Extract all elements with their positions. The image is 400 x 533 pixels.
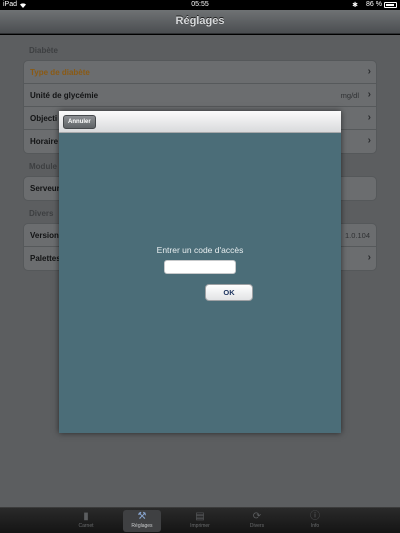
tab-info[interactable]: ⓘ Info (296, 510, 334, 532)
row-label: Objecti (30, 114, 58, 123)
tab-label: Réglages (131, 523, 153, 529)
row-value: mg/dl (340, 91, 359, 100)
tab-reglages[interactable]: ⚒ Réglages (123, 510, 161, 532)
modal-toolbar: Annuler (59, 111, 341, 133)
row-label: Serveur (30, 184, 60, 193)
access-code-input[interactable] (164, 260, 236, 274)
section-title-divers: Divers (29, 209, 54, 218)
row-label: Palettes (30, 254, 61, 263)
notebook-icon: ▮ (83, 511, 89, 522)
row-label: Unité de glycémie (30, 91, 99, 100)
section-title-diabete: Diabète (29, 46, 58, 55)
battery-percent: 86 % (366, 1, 382, 8)
cancel-button[interactable]: Annuler (63, 115, 96, 129)
chevron-right-icon: › (367, 66, 371, 77)
tab-imprimer[interactable]: ▤ Imprimer (181, 510, 219, 532)
section-title-modules: Module (29, 162, 57, 171)
tab-carnet[interactable]: ▮ Carnet (67, 510, 105, 532)
access-code-modal: Annuler Entrer un code d'accès OK (59, 111, 341, 433)
row-label: Type de diabète (30, 68, 90, 77)
navigation-bar: Réglages (0, 10, 400, 34)
tab-label: Imprimer (190, 523, 210, 529)
row-unite-glycemie[interactable]: Unité de glycémie mg/dl › (24, 84, 376, 107)
status-bar: iPad 05:55 ✱ 86 % (0, 0, 400, 10)
tab-label: Divers (249, 523, 265, 529)
status-time: 05:55 (191, 1, 209, 8)
ok-button[interactable]: OK (205, 284, 253, 301)
page-title: Réglages (175, 15, 225, 27)
row-label: Version (30, 231, 59, 240)
tab-bar: ▮ Carnet ⚒ Réglages ▤ Imprimer ⟳ Divers … (0, 507, 400, 533)
row-type-diabete[interactable]: Type de diabète › (24, 61, 376, 84)
row-value: 1.0.104 (344, 231, 370, 240)
chevron-right-icon: › (367, 252, 371, 263)
access-code-prompt: Entrer un code d'accès (156, 245, 244, 255)
wrench-icon: ⚒ (137, 511, 147, 522)
sync-icon: ⟳ (252, 511, 262, 522)
tab-label: Info (310, 523, 320, 529)
print-icon: ▤ (195, 511, 205, 522)
battery-icon (384, 2, 397, 8)
chevron-right-icon: › (367, 135, 371, 146)
tab-label: Carnet (78, 523, 94, 529)
chevron-right-icon: › (367, 89, 371, 100)
info-icon: ⓘ (310, 511, 320, 522)
tab-divers[interactable]: ⟳ Divers (238, 510, 276, 532)
chevron-right-icon: › (367, 112, 371, 123)
row-label: Horaire (30, 137, 59, 146)
